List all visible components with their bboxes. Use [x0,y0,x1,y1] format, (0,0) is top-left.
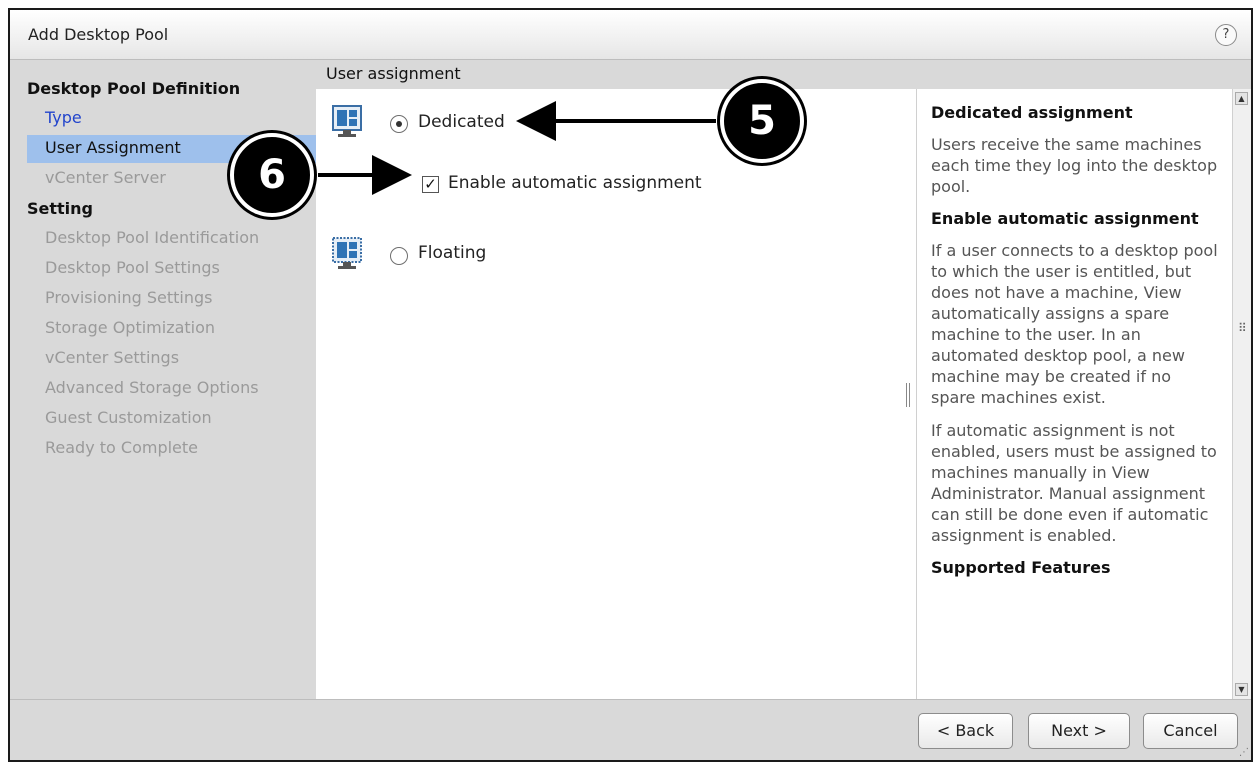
help-text-auto-assignment: If a user connects to a desktop pool to … [931,241,1218,407]
nav-section-desktop-pool-definition: Desktop Pool Definition [27,79,241,98]
help-heading-auto-assignment: Enable automatic assignment [931,209,1199,228]
help-panel: Dedicated assignment Users receive the s… [919,89,1232,699]
help-text-manual-assignment: If automatic assignment is not enabled, … [931,421,1217,545]
radio-selected-dot [396,121,402,127]
scroll-down-arrow-icon[interactable]: ▼ [1235,683,1248,696]
nav-item-ready-to-complete: Ready to Complete [45,438,199,457]
nav-item-desktop-pool-identification: Desktop Pool Identification [45,228,260,247]
dedicated-desktop-icon [332,105,362,137]
callout-5: 5 [720,79,804,163]
floating-radio[interactable] [390,247,408,265]
enable-automatic-assignment-label[interactable]: Enable automatic assignment [448,173,702,193]
dedicated-label[interactable]: Dedicated [418,112,505,132]
resize-grip-icon[interactable]: ⋰ [1239,747,1249,758]
dialog-footer: < Back Next > Cancel ⋰ [10,699,1251,760]
back-button[interactable]: < Back [918,713,1013,749]
nav-item-guest-customization: Guest Customization [45,408,212,427]
dedicated-radio[interactable] [390,115,408,133]
help-scrollbar[interactable]: ▲ ⠿ ▼ [1232,89,1251,699]
floating-desktop-icon [332,237,362,269]
user-assignment-content: Dedicated ✓ Enable automatic assignment … [316,89,916,699]
nav-item-desktop-pool-settings: Desktop Pool Settings [45,258,220,277]
nav-item-advanced-storage-options: Advanced Storage Options [45,378,259,397]
splitter-grip-icon[interactable] [906,383,914,407]
help-text-dedicated: Users receive the same machines each tim… [931,135,1218,196]
nav-item-storage-optimization: Storage Optimization [45,318,216,337]
nav-section-setting: Setting [27,199,93,218]
nav-item-provisioning-settings: Provisioning Settings [45,288,213,307]
next-button[interactable]: Next > [1028,713,1130,749]
scroll-up-arrow-icon[interactable]: ▲ [1235,92,1248,105]
nav-item-type[interactable]: Type [27,105,316,133]
scroll-grip-icon[interactable]: ⠿ [1238,321,1247,335]
dialog-title: Add Desktop Pool [28,25,169,44]
add-desktop-pool-dialog: Add Desktop Pool ? Desktop Pool Definiti… [8,8,1253,762]
floating-label[interactable]: Floating [418,243,486,263]
help-heading-dedicated: Dedicated assignment [931,103,1133,122]
help-heading-supported-features: Supported Features [931,558,1111,577]
cancel-button[interactable]: Cancel [1143,713,1238,749]
dialog-titlebar: Add Desktop Pool ? [10,10,1251,60]
enable-automatic-assignment-checkbox[interactable]: ✓ [422,176,439,193]
nav-item-vcenter-settings: vCenter Settings [45,348,180,367]
callout-6: 6 [230,133,314,217]
help-button[interactable]: ? [1215,24,1237,46]
